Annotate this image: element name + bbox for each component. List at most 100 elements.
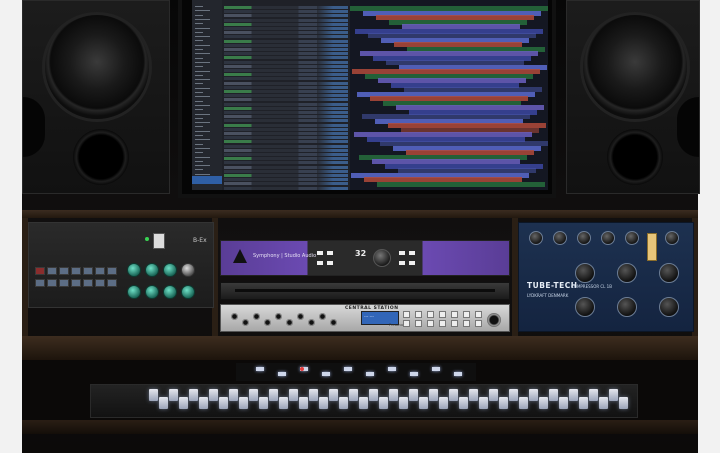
browser-line [195, 40, 203, 42]
track-row [224, 10, 348, 14]
computer-monitor [178, 0, 556, 198]
control-pad [410, 372, 418, 376]
browser-line [195, 126, 203, 128]
woofer [583, 15, 687, 119]
key [239, 397, 248, 409]
selector-button [415, 320, 422, 327]
track-row [224, 106, 348, 110]
key [179, 397, 188, 409]
key [249, 389, 258, 401]
control-pad [278, 372, 286, 376]
selected-item [192, 176, 222, 184]
indicator-led [409, 251, 415, 255]
compressor-knob [617, 297, 637, 317]
key [409, 389, 418, 401]
studio-monitor-right [566, 0, 700, 194]
rack-knob [127, 285, 141, 299]
key [389, 389, 398, 401]
key [469, 389, 478, 401]
compressor-knob [601, 231, 615, 245]
rack-blank-panel [220, 282, 510, 300]
input-jack [253, 313, 260, 320]
track-row [224, 153, 348, 156]
input-jack [308, 319, 315, 326]
key [289, 389, 298, 401]
key [399, 397, 408, 409]
indicator-led [399, 251, 405, 255]
key [159, 397, 168, 409]
selector-button [439, 311, 446, 318]
studio-scene: B-Ex Symphony | Studio Audio 32 CENTRAL … [0, 0, 720, 453]
input-jack [242, 319, 249, 326]
side-port [23, 97, 45, 157]
control-pad [366, 372, 374, 376]
key [229, 389, 238, 401]
browser-line [195, 44, 210, 46]
browser-line [195, 152, 203, 154]
key [319, 397, 328, 409]
key [549, 389, 558, 401]
track-row [224, 39, 348, 43]
browser-line [195, 96, 210, 98]
headphone-knob [487, 313, 501, 327]
vu-meter [647, 233, 657, 261]
track-row [224, 60, 348, 64]
browser-line [195, 10, 210, 12]
selector-button [403, 320, 410, 327]
browser-line [195, 18, 210, 20]
browser-line [195, 66, 203, 68]
unit-label: B-Ex [193, 237, 207, 244]
monitor-controller: CENTRAL STATION --- --- Presonus [220, 304, 510, 332]
rack-button [59, 279, 69, 287]
rack-button [95, 267, 105, 275]
track-row [224, 43, 348, 47]
rack-button [47, 267, 57, 275]
selector-button [415, 311, 422, 318]
control-pad [432, 367, 440, 371]
lcd-text: --- --- [364, 314, 374, 319]
track-row [224, 123, 348, 127]
control-pad [322, 372, 330, 376]
selector-button [463, 311, 470, 318]
apogee-logo-icon [233, 249, 247, 263]
studio-monitor-left [22, 0, 170, 194]
bass-port [73, 129, 129, 185]
volume-knob [373, 249, 391, 267]
rack-knob [145, 285, 159, 299]
indicator-led [327, 261, 333, 265]
track-row [224, 111, 348, 114]
browser-line [195, 49, 203, 50]
input-jack [330, 319, 337, 326]
desk-top-shelf [22, 210, 698, 218]
rack-knob [181, 263, 195, 277]
compressor-knob [553, 231, 567, 245]
track-row [224, 14, 348, 18]
input-jack [319, 313, 326, 320]
compressor-knob [575, 263, 595, 283]
track-row [224, 157, 348, 161]
rack-knob [127, 263, 141, 277]
key [449, 389, 458, 401]
browser-line [195, 87, 210, 89]
browser-line [195, 27, 210, 29]
midi-keyboard [90, 384, 638, 418]
track-row [224, 48, 348, 51]
compressor-knob [659, 263, 679, 283]
track-row [224, 169, 348, 173]
key [539, 397, 548, 409]
track-row [224, 182, 348, 186]
rack-button [71, 279, 81, 287]
track-row [224, 165, 348, 169]
daw-track-list [222, 0, 350, 190]
selector-button [403, 311, 410, 318]
browser-line [195, 53, 210, 55]
audio-clip [377, 181, 545, 187]
rack-button [83, 279, 93, 287]
browser-line [195, 143, 203, 145]
key [579, 397, 588, 409]
track-row [224, 132, 348, 135]
track-row [224, 148, 348, 152]
track-row [224, 52, 348, 56]
selector-button [475, 311, 482, 318]
browser-line [195, 109, 203, 111]
